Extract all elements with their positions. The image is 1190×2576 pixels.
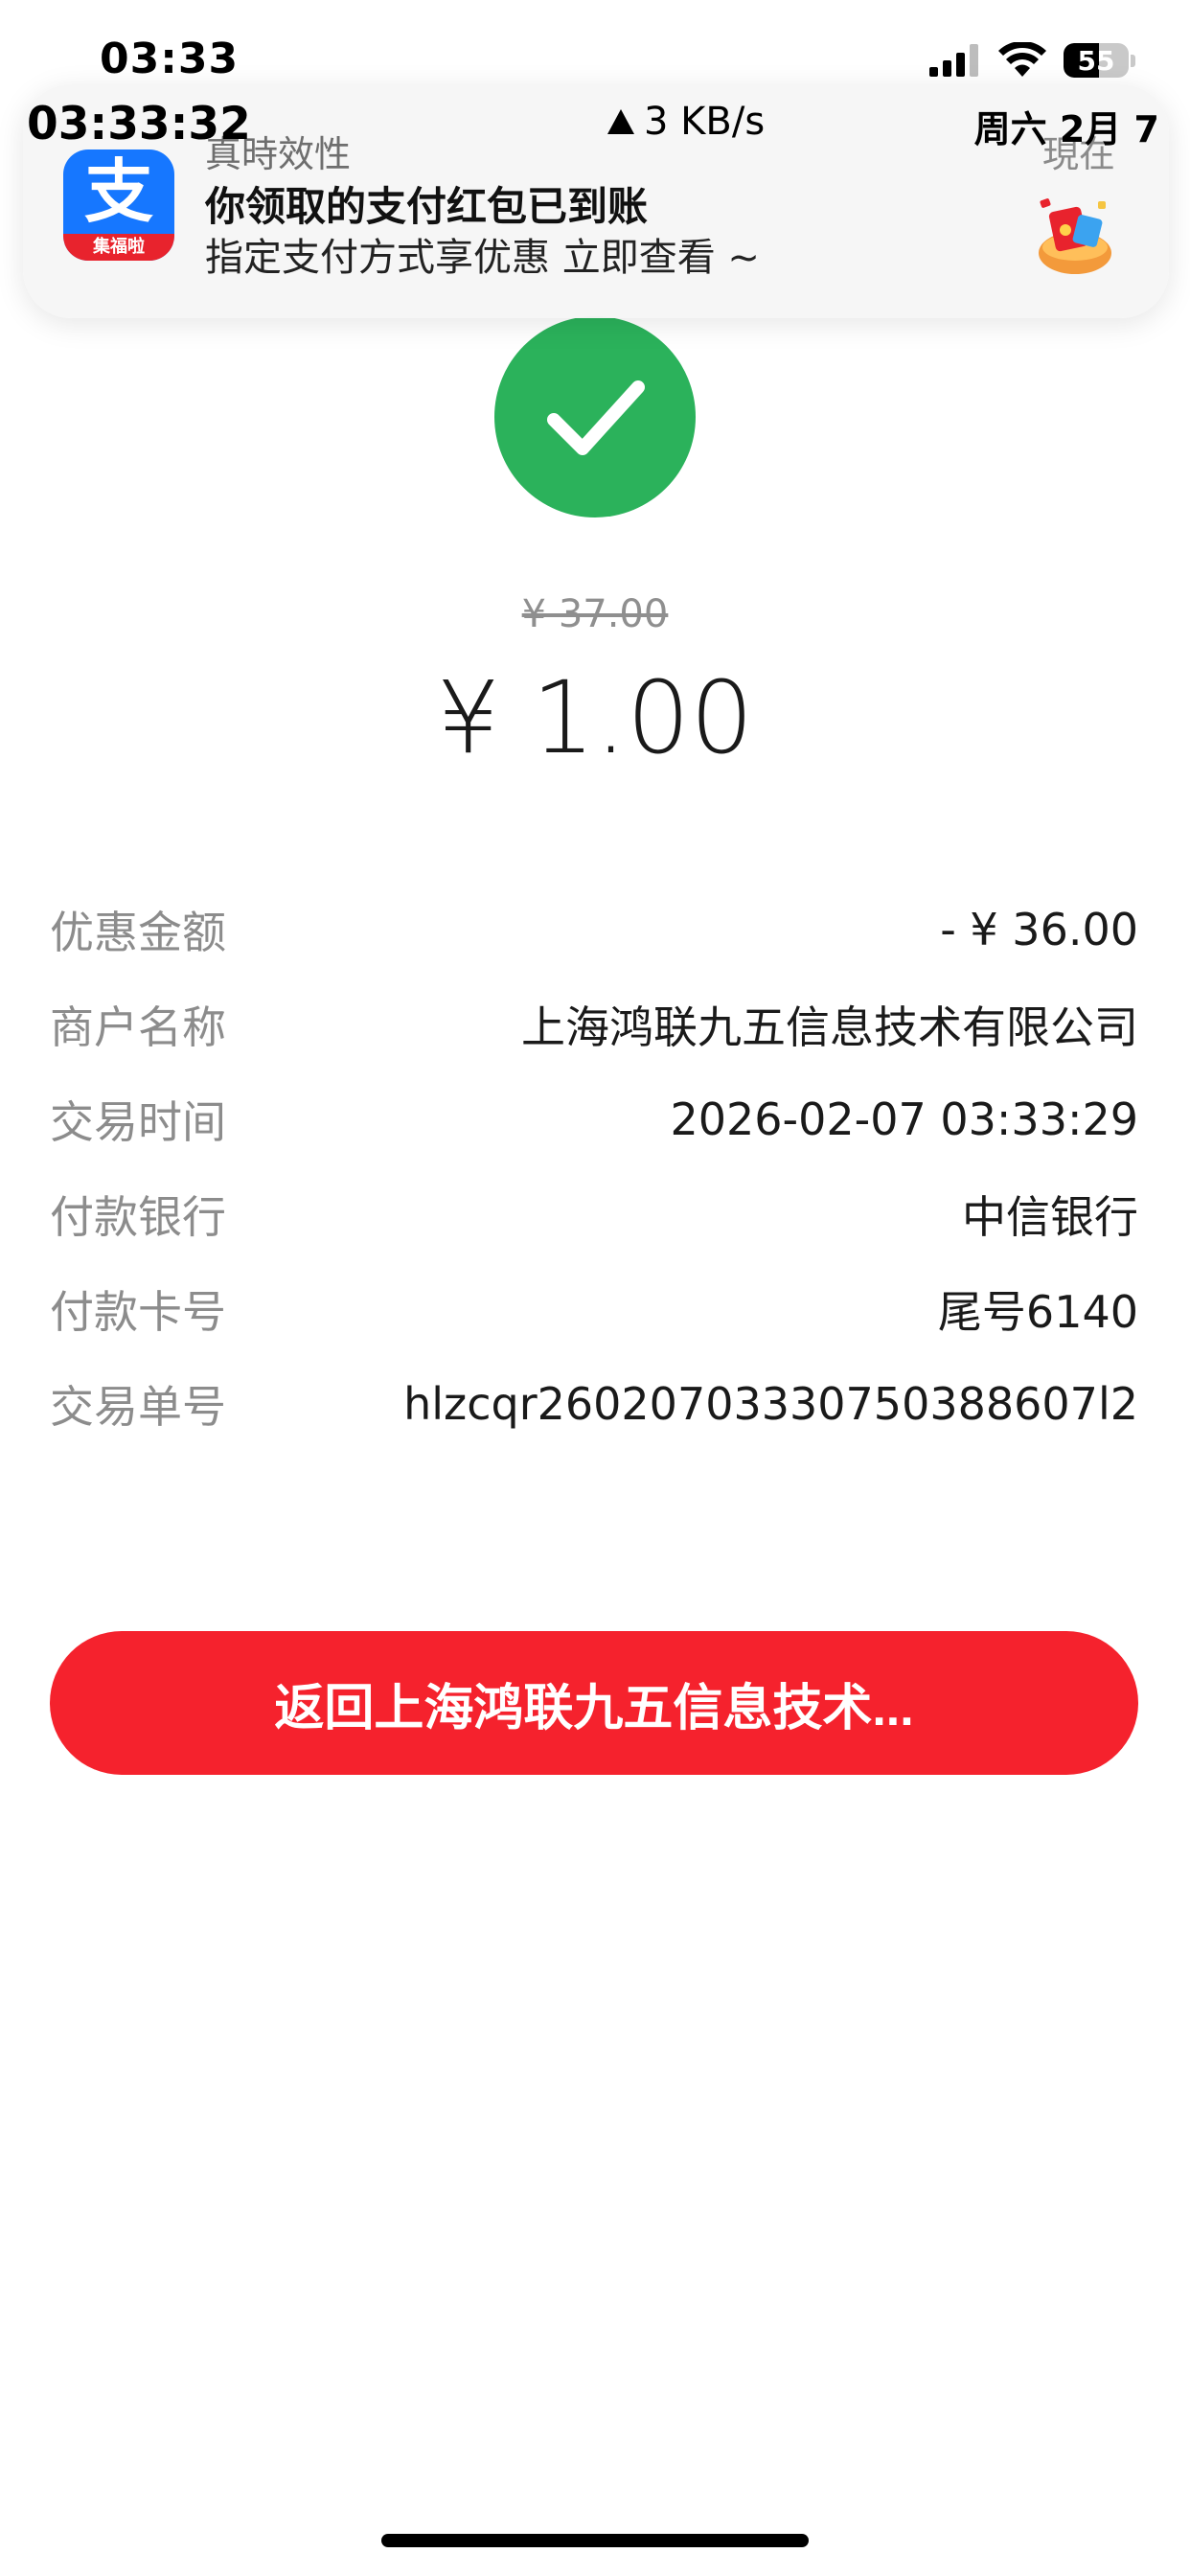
detail-value: 中信银行 bbox=[962, 1190, 1138, 1243]
paid-amount: ¥ 1.00 bbox=[436, 659, 754, 776]
app-icon-glyph: 支 bbox=[83, 151, 153, 232]
detail-row-merchant: 商户名称 上海鸿联九五信息技术有限公司 bbox=[50, 977, 1138, 1071]
detail-value: 尾号6140 bbox=[937, 1285, 1138, 1338]
return-to-merchant-button[interactable]: 返回上海鸿联九五信息技术... bbox=[50, 1631, 1138, 1775]
detail-row-discount: 优惠金额 - ¥ 36.00 bbox=[50, 882, 1138, 977]
detail-value: - ¥ 36.00 bbox=[940, 903, 1138, 955]
alipay-app-icon: 支 集福啦 bbox=[63, 150, 174, 261]
status-time: 03:33 bbox=[100, 34, 240, 83]
original-price: ¥ 37.00 bbox=[521, 592, 669, 636]
battery-indicator: 55 bbox=[1064, 42, 1136, 79]
detail-value: 上海鸿联九五信息技术有限公司 bbox=[521, 1000, 1138, 1053]
home-indicator[interactable] bbox=[381, 2534, 809, 2547]
battery-level: 55 bbox=[1077, 44, 1115, 77]
network-speed-text: 3 KB/s bbox=[644, 100, 766, 144]
app-icon-badge: 集福啦 bbox=[63, 234, 174, 261]
network-speed: 3 KB/s bbox=[607, 100, 765, 144]
overlay-clock: 03:33:32 bbox=[27, 98, 251, 150]
notification-body: 指定支付方式享优惠 立即查看 ~ bbox=[205, 236, 760, 280]
detail-label: 优惠金额 bbox=[50, 906, 226, 958]
status-icons: 55 bbox=[929, 42, 1136, 79]
red-envelope-icon bbox=[1039, 198, 1111, 274]
success-check-icon bbox=[494, 316, 696, 518]
detail-row-time: 交易时间 2026-02-07 03:33:29 bbox=[50, 1071, 1138, 1166]
wifi-icon bbox=[998, 42, 1046, 77]
detail-label: 商户名称 bbox=[50, 1000, 226, 1053]
cellular-signal-icon bbox=[929, 44, 978, 77]
detail-value: 2026-02-07 03:33:29 bbox=[670, 1092, 1138, 1145]
detail-label: 付款银行 bbox=[50, 1190, 226, 1243]
detail-label: 交易单号 bbox=[50, 1380, 226, 1433]
overlay-date: 周六 2月 7 bbox=[973, 108, 1159, 150]
upload-arrow-icon bbox=[607, 109, 634, 134]
detail-value: hlzcqr26020703330750388607l2 bbox=[403, 1377, 1138, 1430]
detail-label: 交易时间 bbox=[50, 1095, 226, 1148]
battery-cap bbox=[1131, 54, 1135, 67]
detail-row-bank: 付款银行 中信银行 bbox=[50, 1166, 1138, 1261]
detail-row-card: 付款卡号 尾号6140 bbox=[50, 1261, 1138, 1356]
detail-label: 付款卡号 bbox=[50, 1285, 226, 1338]
detail-row-order-number: 交易单号 hlzcqr26020703330750388607l2 bbox=[50, 1356, 1138, 1451]
notification-title: 你领取的支付红包已到账 bbox=[205, 183, 649, 230]
transaction-details: 优惠金额 - ¥ 36.00 商户名称 上海鸿联九五信息技术有限公司 交易时间 … bbox=[50, 882, 1138, 1451]
